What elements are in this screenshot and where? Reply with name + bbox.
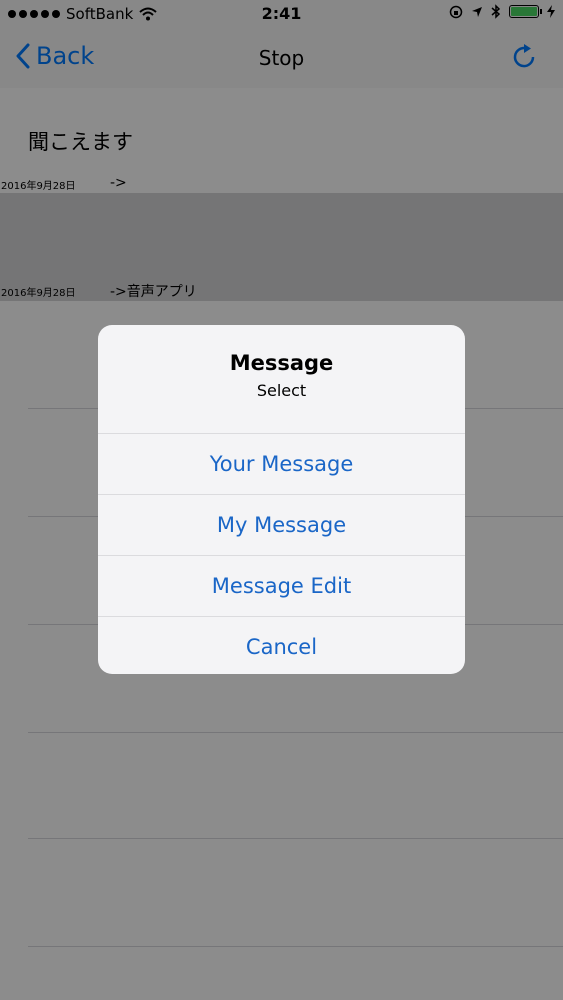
cancel-button[interactable]: Cancel	[98, 617, 465, 674]
your-message-button[interactable]: Your Message	[98, 434, 465, 495]
alert-dialog: Message Select Your Message My Message M…	[98, 325, 465, 674]
my-message-button[interactable]: My Message	[98, 495, 465, 556]
alert-header: Message Select	[98, 325, 465, 434]
message-edit-button[interactable]: Message Edit	[98, 556, 465, 617]
alert-message: Select	[256, 381, 307, 400]
alert-title: Message	[229, 351, 334, 375]
